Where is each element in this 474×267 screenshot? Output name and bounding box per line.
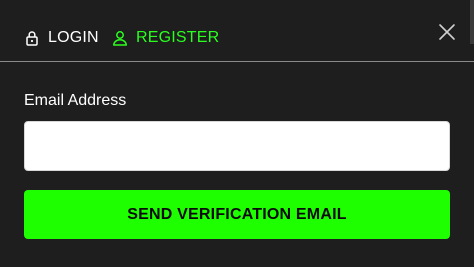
email-input[interactable] [24, 121, 450, 171]
close-icon [439, 24, 455, 40]
tab-login[interactable]: LOGIN [24, 28, 99, 48]
tab-register-label: REGISTER [136, 29, 220, 46]
close-button[interactable] [438, 23, 456, 41]
email-label: Email Address [24, 92, 127, 109]
lock-icon [24, 30, 40, 46]
tab-login-label: LOGIN [48, 29, 99, 46]
register-modal: LOGIN REGISTER Email Address SEND VERIFI… [0, 0, 474, 267]
modal-header: LOGIN REGISTER [0, 0, 474, 62]
scrollbar[interactable] [470, 0, 474, 44]
user-icon [112, 30, 128, 46]
tab-register[interactable]: REGISTER [112, 28, 219, 48]
send-verification-email-button[interactable]: SEND VERIFICATION EMAIL [24, 190, 450, 239]
